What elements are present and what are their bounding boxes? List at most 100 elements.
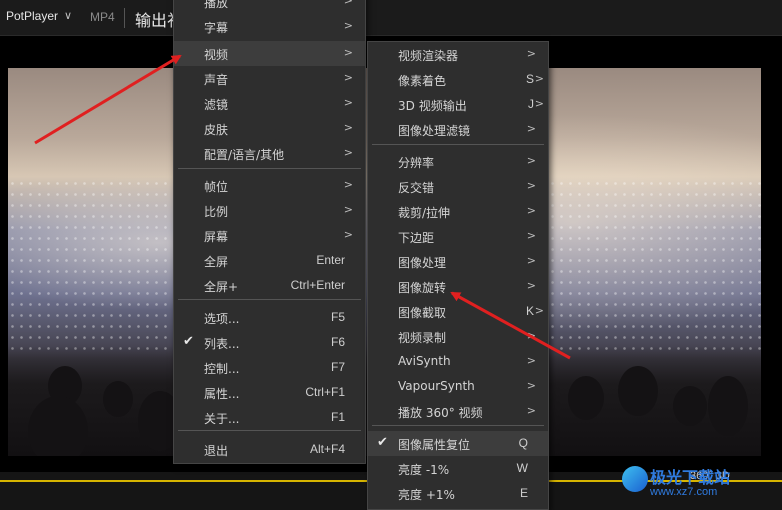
- main-menu-item-label: 选项...: [204, 312, 240, 326]
- video-menu-item[interactable]: 亮度 -1% W: [368, 456, 548, 481]
- main-menu-item[interactable]: 全屏+ Ctrl+Enter: [174, 273, 365, 298]
- main-menu-item-label: 皮肤: [204, 123, 229, 137]
- main-menu-item-label: 全屏+: [204, 280, 239, 294]
- video-menu-item[interactable]: 图像处理 >: [368, 249, 548, 274]
- watermark-logo-icon: [622, 466, 648, 492]
- video-menu-item-shortcut: Q: [518, 436, 528, 450]
- submenu-arrow-icon: >: [526, 354, 536, 367]
- video-menu-item-label: 图像处理: [398, 256, 447, 270]
- video-menu-item-label: 图像属性复位: [398, 438, 471, 452]
- video-menu-item[interactable]: AviSynth >: [368, 349, 548, 374]
- video-menu-item-label: 视频录制: [398, 331, 447, 345]
- submenu-arrow-icon: >: [343, 146, 353, 159]
- video-menu-item[interactable]: 3D 视频输出 J >: [368, 92, 548, 117]
- main-menu-item-label: 控制...: [204, 362, 240, 376]
- main-menu-item[interactable]: 视频 >: [174, 41, 365, 66]
- file-format: MP4: [90, 10, 115, 24]
- submenu-arrow-icon: >: [343, 178, 353, 191]
- submenu-arrow-icon: >: [343, 0, 353, 7]
- submenu-arrow-icon: >: [343, 228, 353, 241]
- video-menu-item-shortcut: S: [525, 72, 534, 86]
- app-name[interactable]: PotPlayer: [6, 9, 58, 23]
- submenu-arrow-icon: >: [343, 46, 353, 59]
- main-menu-item[interactable]: 字幕 >: [174, 14, 365, 39]
- video-menu-item[interactable]: 图像处理滤镜 >: [368, 117, 548, 142]
- submenu-arrow-icon: >: [526, 47, 536, 60]
- video-menu-item[interactable]: 亮度 +1% E: [368, 481, 548, 506]
- submenu-arrow-icon: >: [534, 97, 544, 110]
- submenu-arrow-icon: >: [343, 203, 353, 216]
- main-menu-item-label: 退出: [204, 444, 229, 458]
- main-menu-item-label: 全屏: [204, 255, 229, 269]
- main-menu-item[interactable]: 屏幕 >: [174, 223, 365, 248]
- submenu-arrow-icon: >: [526, 379, 536, 392]
- menu-separator: [372, 144, 544, 145]
- main-menu-item-label: 关于...: [204, 412, 240, 426]
- main-menu-item-label: 字幕: [204, 21, 229, 35]
- video-menu-item[interactable]: 视频渲染器 >: [368, 42, 548, 67]
- main-menu-item[interactable]: 属性... Ctrl+F1: [174, 380, 365, 405]
- title-bar: PotPlayer ∨ MP4 输出礼: [0, 0, 782, 36]
- video-menu-item[interactable]: 下边距 >: [368, 224, 548, 249]
- main-context-menu: 播放 > 字幕 > 视频 > 声音 > 滤镜 > 皮肤 > 配置/语言/其他 > 帧位 > 比例 > 屏幕 > 全屏 En…: [173, 0, 366, 464]
- watermark-name: 极光下载站: [650, 468, 731, 487]
- main-menu-item-shortcut: F5: [330, 310, 345, 324]
- video-menu-item[interactable]: 裁剪/拉伸 >: [368, 199, 548, 224]
- submenu-arrow-icon: >: [526, 279, 536, 292]
- main-menu-item[interactable]: 关于... F1: [174, 405, 365, 430]
- checkmark-icon: ✔: [377, 435, 388, 450]
- main-menu-item-label: 播放: [204, 0, 229, 10]
- main-menu-item[interactable]: 全屏 Enter: [174, 248, 365, 273]
- video-menu-item-label: 3D 视频输出: [398, 99, 467, 113]
- main-menu-item-label: 帧位: [204, 180, 229, 194]
- menu-separator: [178, 430, 361, 431]
- main-menu-item-label: 滤镜: [204, 98, 229, 112]
- video-menu-item[interactable]: 视频录制 >: [368, 324, 548, 349]
- submenu-arrow-icon: >: [534, 72, 544, 85]
- main-menu-item[interactable]: 滤镜 >: [174, 91, 365, 116]
- submenu-arrow-icon: >: [343, 121, 353, 134]
- main-menu-item-label: 屏幕: [204, 230, 229, 244]
- main-menu-item[interactable]: 选项... F5: [174, 305, 365, 330]
- main-menu-item[interactable]: 播放 >: [174, 0, 365, 14]
- video-menu-item[interactable]: 图像旋转 >: [368, 274, 548, 299]
- main-menu-item-shortcut: Ctrl+F1: [305, 385, 345, 399]
- main-menu-item[interactable]: 配置/语言/其他 >: [174, 141, 365, 166]
- submenu-arrow-icon: >: [526, 329, 536, 342]
- video-menu-item-label: VapourSynth: [398, 379, 475, 393]
- video-menu-item-label: AviSynth: [398, 354, 451, 368]
- submenu-arrow-icon: >: [526, 122, 536, 135]
- video-menu-item[interactable]: 分辨率 >: [368, 149, 548, 174]
- video-menu-item[interactable]: 播放 360° 视频 >: [368, 399, 548, 424]
- video-menu-item-label: 分辨率: [398, 156, 435, 170]
- video-menu-item[interactable]: VapourSynth >: [368, 374, 548, 399]
- main-menu-item[interactable]: 帧位 >: [174, 173, 365, 198]
- submenu-arrow-icon: >: [343, 19, 353, 32]
- video-menu-item-shortcut: W: [516, 461, 528, 475]
- main-menu-item[interactable]: 比例 >: [174, 198, 365, 223]
- video-menu-item[interactable]: 图像截取 K >: [368, 299, 548, 324]
- watermark: 极光下载站 www.xz7.com: [620, 462, 782, 510]
- main-menu-item-shortcut: F1: [330, 410, 345, 424]
- video-menu-item-label: 图像处理滤镜: [398, 124, 471, 138]
- submenu-arrow-icon: >: [343, 96, 353, 109]
- video-menu-item[interactable]: 像素着色 S >: [368, 67, 548, 92]
- main-menu-item[interactable]: 声音 >: [174, 66, 365, 91]
- main-menu-item[interactable]: 控制... F7: [174, 355, 365, 380]
- main-menu-item-label: 属性...: [204, 387, 240, 401]
- video-menu-item[interactable]: ✔ 图像属性复位 Q: [368, 431, 548, 456]
- main-menu-item[interactable]: 皮肤 >: [174, 116, 365, 141]
- app-menu-chevron-icon[interactable]: ∨: [64, 9, 72, 22]
- main-menu-item[interactable]: ✔ 列表... F6: [174, 330, 365, 355]
- submenu-arrow-icon: >: [526, 179, 536, 192]
- video-menu-item-label: 图像旋转: [398, 281, 447, 295]
- submenu-arrow-icon: >: [343, 71, 353, 84]
- main-menu-item-shortcut: F7: [330, 360, 345, 374]
- main-menu-item-shortcut: F6: [330, 335, 345, 349]
- video-menu-item-shortcut: K: [525, 304, 534, 318]
- video-menu-item[interactable]: 反交错 >: [368, 174, 548, 199]
- video-menu-item-label: 裁剪/拉伸: [398, 206, 451, 220]
- main-menu-item[interactable]: 退出 Alt+F4: [174, 437, 365, 462]
- main-menu-item-shortcut: Enter: [316, 253, 345, 267]
- video-menu-item-label: 图像截取: [398, 306, 447, 320]
